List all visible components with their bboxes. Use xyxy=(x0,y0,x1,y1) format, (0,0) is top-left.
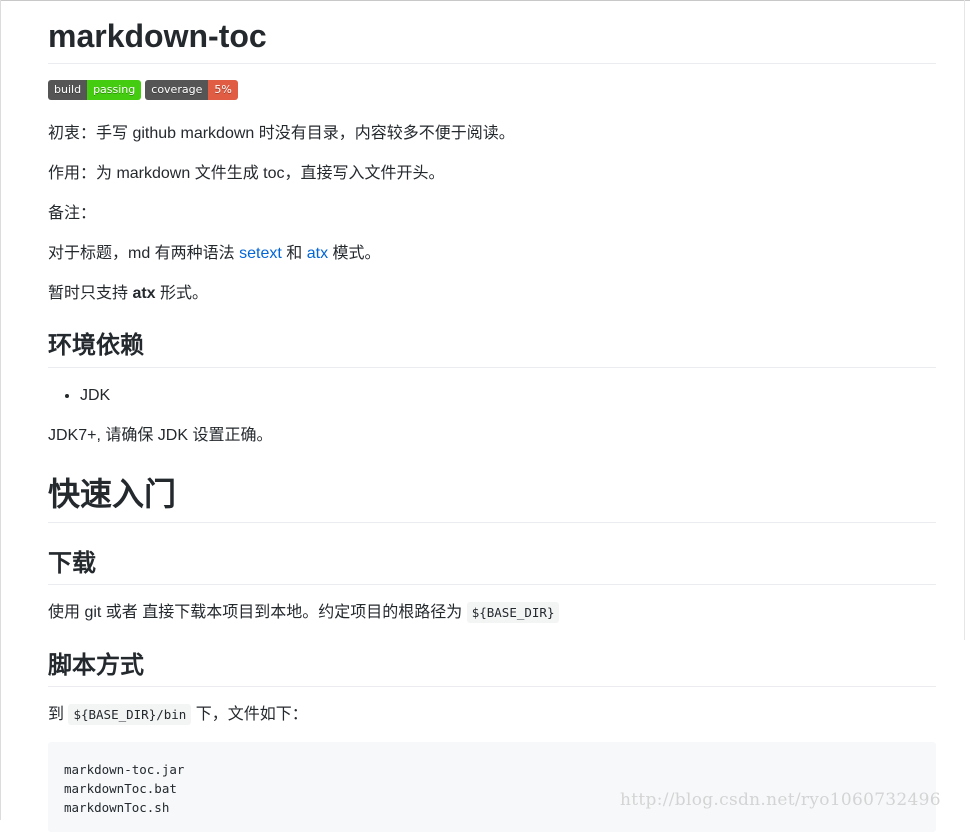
page-title: markdown-toc xyxy=(48,18,267,54)
window-top-border xyxy=(0,0,970,1)
setext-link[interactable]: setext xyxy=(239,245,282,262)
heading-syntax-paragraph: 对于标题，md 有两种语法 setext 和 atx 模式。 xyxy=(48,242,381,266)
watermark-text: http://blog.csdn.net/ryo1060732496 xyxy=(620,790,941,810)
script-paragraph: 到 ${BASE_DIR}/bin 下，文件如下： xyxy=(48,703,308,727)
syntax-text-b: 和 xyxy=(281,245,307,262)
notes-label: 备注： xyxy=(48,205,97,222)
coverage-badge[interactable]: coverage 5% xyxy=(145,80,238,100)
bin-dir-code: ${BASE_DIR}/bin xyxy=(68,704,192,725)
script-divider xyxy=(48,686,936,687)
quickstart-heading: 快速入门 xyxy=(48,476,177,512)
env-list: JDK xyxy=(48,384,110,408)
support-text-a: 暂时只支持 xyxy=(48,285,133,302)
code-block: markdown-toc.jar markdownToc.bat markdow… xyxy=(48,742,936,832)
support-strong: atx xyxy=(132,285,156,302)
script-text-a: 到 xyxy=(48,706,69,723)
title-divider xyxy=(48,63,936,64)
coverage-badge-key: coverage xyxy=(145,80,209,100)
syntax-text-a: 对于标题，md 有两种语法 xyxy=(48,245,240,262)
support-paragraph: 暂时只支持 atx 形式。 xyxy=(48,282,208,306)
file-list-code: markdown-toc.jar markdownToc.bat markdow… xyxy=(64,762,185,815)
download-text: 使用 git 或者 直接下载本项目到本地。约定项目的根路径为 xyxy=(48,604,467,621)
window-left-border xyxy=(0,0,1,820)
atx-link[interactable]: atx xyxy=(307,245,328,262)
purpose-paragraph: 作用：为 markdown 文件生成 toc，直接写入文件开头。 xyxy=(48,165,445,182)
build-badge-value: passing xyxy=(87,80,142,100)
env-note: JDK7+, 请确保 JDK 设置正确。 xyxy=(48,427,273,444)
env-divider xyxy=(48,367,936,368)
quickstart-divider xyxy=(48,522,936,523)
coverage-badge-value: 5% xyxy=(208,80,238,100)
build-badge[interactable]: build passing xyxy=(48,80,142,100)
download-paragraph: 使用 git 或者 直接下载本项目到本地。约定项目的根路径为 ${BASE_DI… xyxy=(48,601,560,625)
env-heading: 环境依赖 xyxy=(48,332,144,359)
list-item: JDK xyxy=(80,384,110,408)
script-heading: 脚本方式 xyxy=(48,652,144,679)
syntax-text-c: 模式。 xyxy=(328,245,381,262)
download-heading: 下载 xyxy=(48,550,96,577)
window-right-border xyxy=(964,0,965,640)
script-text-b: 下，文件如下： xyxy=(191,706,308,723)
build-badge-key: build xyxy=(48,80,88,100)
download-divider xyxy=(48,584,936,585)
intro-paragraph: 初衷：手写 github markdown 时没有目录，内容较多不便于阅读。 xyxy=(48,125,515,142)
badge-row: build passing coverage 5% xyxy=(48,80,238,100)
base-dir-code: ${BASE_DIR} xyxy=(466,602,560,623)
support-text-b: 形式。 xyxy=(155,285,209,302)
